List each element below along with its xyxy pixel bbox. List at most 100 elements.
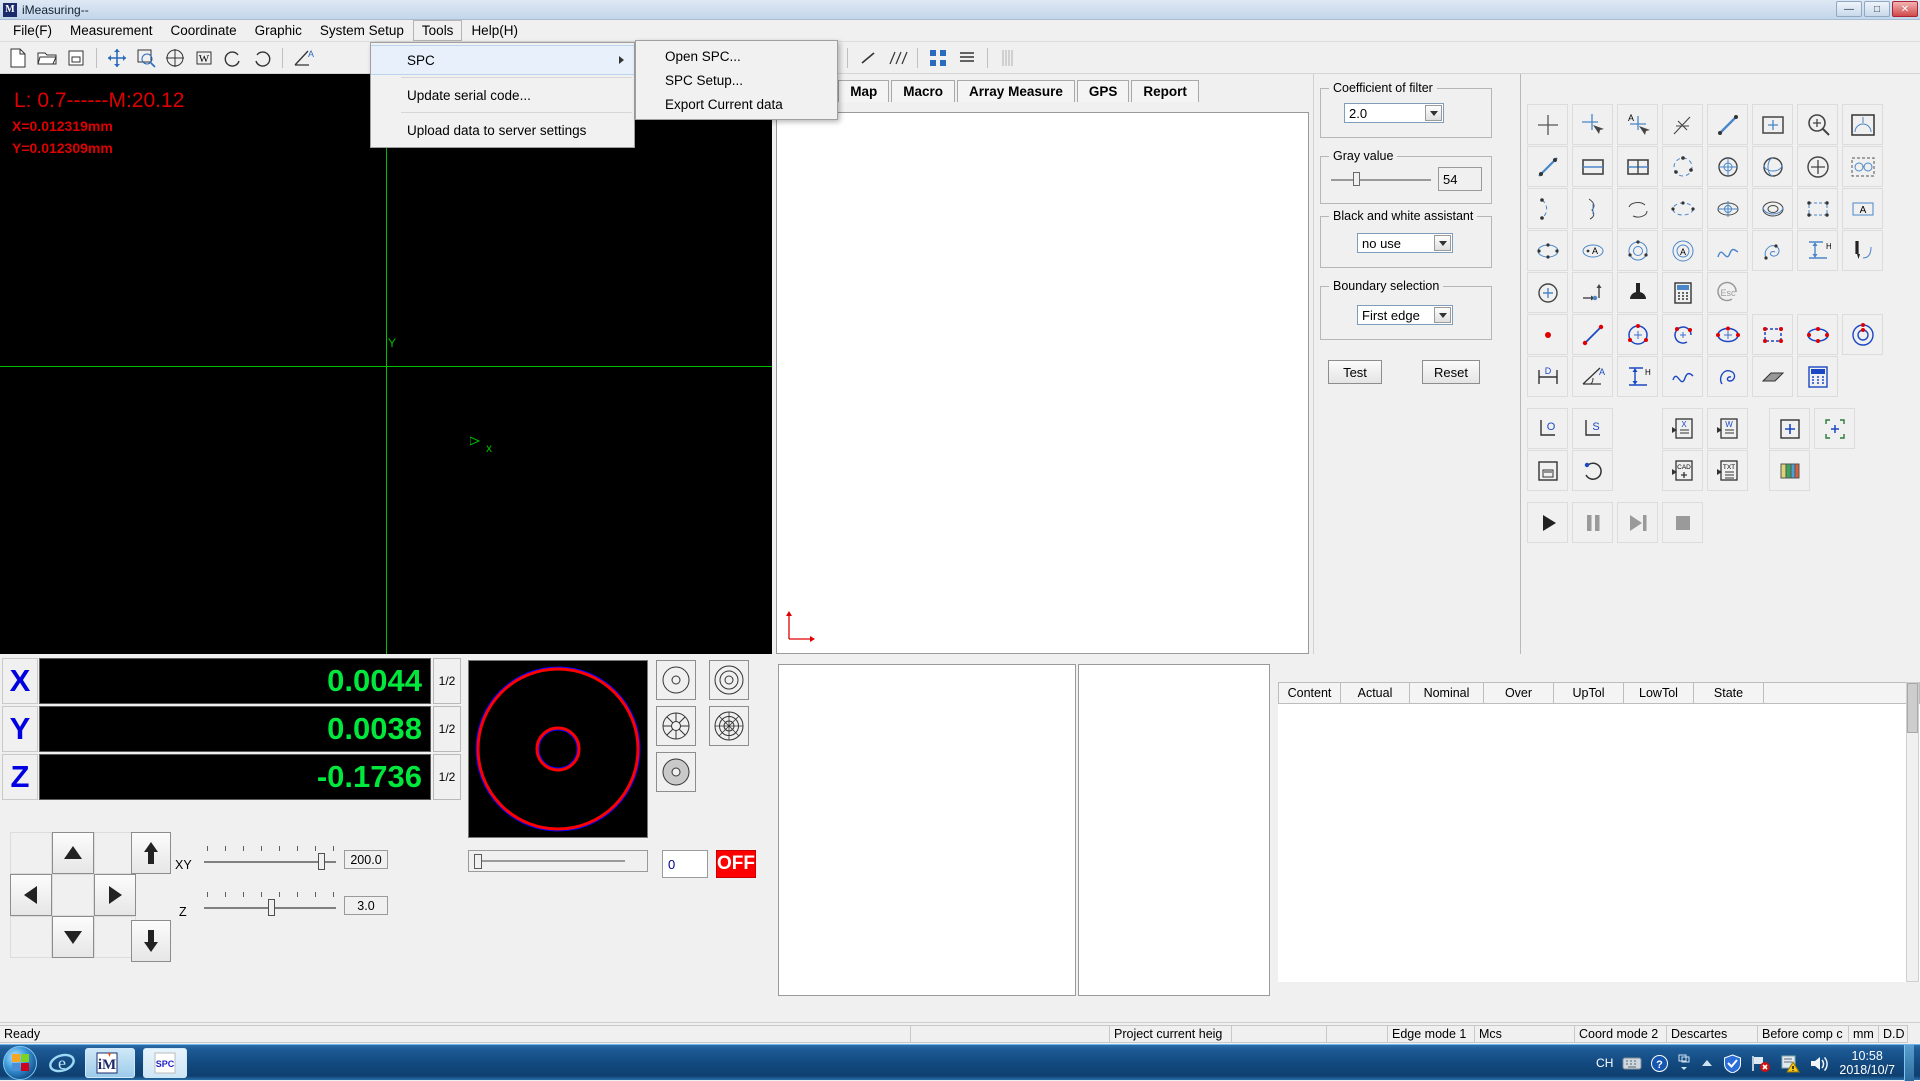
xy-speed-slider[interactable]: [204, 844, 336, 870]
reset-button[interactable]: Reset: [1422, 360, 1480, 384]
xy-speed-field[interactable]: 200.0: [344, 850, 388, 869]
volume-icon[interactable]: [1809, 1054, 1830, 1073]
coaxial-light-button[interactable]: [656, 752, 696, 792]
jog-down-button[interactable]: [52, 916, 94, 958]
pan-icon[interactable]: [103, 45, 131, 71]
column-header-actual[interactable]: Actual: [1341, 682, 1410, 704]
menu-measurement[interactable]: Measurement: [61, 20, 162, 41]
menu-system-setup[interactable]: System Setup: [311, 20, 413, 41]
results-table[interactable]: Content Actual Nominal Over UpTol LowTol…: [1278, 682, 1920, 982]
circle-center-icon[interactable]: [1707, 146, 1748, 187]
line-measure-icon[interactable]: [1707, 104, 1748, 145]
auto-point-tool-icon[interactable]: A: [1617, 104, 1658, 145]
z-speed-field[interactable]: 3.0: [344, 896, 388, 915]
xy-slider-thumb[interactable]: [318, 853, 325, 870]
save-file-icon[interactable]: [62, 45, 90, 71]
column-header-content[interactable]: Content: [1278, 682, 1341, 704]
calculator-icon[interactable]: [1662, 272, 1703, 313]
drawing-canvas[interactable]: [776, 112, 1309, 654]
z-speed-slider[interactable]: [204, 890, 336, 916]
step-button[interactable]: [1617, 502, 1658, 543]
z-up-button[interactable]: [131, 832, 171, 874]
menu-item-update-serial-code[interactable]: Update serial code...: [371, 80, 634, 110]
height-measure-icon[interactable]: H: [1797, 230, 1838, 271]
close-button[interactable]: ✕: [1892, 1, 1918, 17]
line-tool-icon[interactable]: [1527, 146, 1568, 187]
column-header-over[interactable]: Over: [1484, 682, 1554, 704]
line-icon[interactable]: [854, 45, 882, 71]
menu-coordinate[interactable]: Coordinate: [162, 20, 246, 41]
rect-midline-icon[interactable]: [1572, 146, 1613, 187]
export-w-icon[interactable]: W: [1707, 408, 1748, 449]
gray-value-slider[interactable]: [1331, 171, 1431, 187]
run-button[interactable]: [1527, 502, 1568, 543]
open-file-icon[interactable]: [33, 45, 61, 71]
add-feature-icon[interactable]: [1769, 408, 1810, 449]
dro-half-button-y[interactable]: 1/2: [433, 706, 461, 752]
construct-line-icon[interactable]: [1572, 314, 1613, 355]
taskbar-item-spc[interactable]: SPC: [143, 1047, 187, 1078]
probe-path-icon[interactable]: [1842, 230, 1883, 271]
point-tool-icon[interactable]: [1527, 104, 1568, 145]
rotate-cw-icon[interactable]: [248, 45, 276, 71]
circle-plus-tool-icon[interactable]: [1527, 272, 1568, 313]
tab-gps[interactable]: GPS: [1076, 80, 1130, 102]
multi-point-tool-icon[interactable]: [1662, 104, 1703, 145]
chevron-down-icon-3[interactable]: [1434, 307, 1451, 323]
gray-value-field[interactable]: 54: [1438, 167, 1482, 191]
z-down-button[interactable]: [131, 920, 171, 962]
move-to-point-icon[interactable]: [1572, 272, 1613, 313]
show-desktop-button[interactable]: [1904, 1045, 1914, 1081]
construct-point-icon[interactable]: [1527, 314, 1568, 355]
torus-icon[interactable]: [1752, 188, 1793, 229]
taskbar-clock[interactable]: 10:58 2018/10/7: [1839, 1049, 1895, 1077]
brightness-thumb[interactable]: [474, 854, 482, 869]
sphere-icon[interactable]: [1752, 146, 1793, 187]
tab-map[interactable]: Map: [838, 80, 890, 102]
list-icon[interactable]: [953, 45, 981, 71]
start-button[interactable]: [3, 1045, 37, 1080]
plane-icon[interactable]: [1752, 356, 1793, 397]
rotate-ccw-icon[interactable]: [219, 45, 247, 71]
construct-rectangle-icon[interactable]: [1752, 314, 1793, 355]
multi-circle-select-icon[interactable]: [1842, 146, 1883, 187]
minimize-button[interactable]: —: [1836, 1, 1862, 17]
taskbar-internet-explorer[interactable]: e: [47, 1048, 77, 1078]
keyboard-icon[interactable]: [1622, 1055, 1642, 1071]
escape-icon[interactable]: Esc: [1707, 272, 1748, 313]
measure-calculator-icon[interactable]: [1797, 356, 1838, 397]
column-header-nominal[interactable]: Nominal: [1410, 682, 1484, 704]
chevron-down-icon-2[interactable]: [1434, 235, 1451, 251]
jog-left-button[interactable]: [10, 874, 52, 916]
zoom-fit-icon[interactable]: [161, 45, 189, 71]
jog-right-button[interactable]: [94, 874, 136, 916]
menu-tools[interactable]: Tools: [412, 20, 463, 41]
network-error-icon[interactable]: [1751, 1054, 1771, 1073]
results-scrollbar-thumb[interactable]: [1907, 683, 1918, 733]
menu-item-upload-data-settings[interactable]: Upload data to server settings: [371, 115, 634, 145]
distance-dimension-icon[interactable]: D: [1527, 356, 1568, 397]
construct-oval-icon[interactable]: [1797, 314, 1838, 355]
stop-button[interactable]: [1662, 502, 1703, 543]
menu-item-spc[interactable]: SPC: [371, 45, 634, 75]
slider-thumb[interactable]: [1353, 172, 1360, 186]
circle-crosshair-icon[interactable]: [1797, 146, 1838, 187]
point-pick-tool-icon[interactable]: [1572, 104, 1613, 145]
export-txt-icon[interactable]: TXT: [1707, 450, 1748, 491]
double-arc-icon[interactable]: [1617, 188, 1658, 229]
help-icon[interactable]: ?: [1651, 1054, 1669, 1072]
test-button[interactable]: Test: [1328, 360, 1382, 384]
color-bars-icon[interactable]: [1769, 450, 1810, 491]
ellipse-points-icon[interactable]: [1662, 188, 1703, 229]
auto-ellipse-icon[interactable]: A: [1572, 230, 1613, 271]
freeform-points-icon[interactable]: [1752, 230, 1793, 271]
dro-half-button-z[interactable]: 1/2: [433, 754, 461, 800]
boundary-selection-select[interactable]: First edge: [1357, 305, 1453, 325]
angle-dimension-icon[interactable]: A: [1572, 356, 1613, 397]
curve-icon[interactable]: [1707, 230, 1748, 271]
menu-file[interactable]: File(F): [4, 20, 61, 41]
boxed-point-icon[interactable]: [1752, 104, 1793, 145]
arc-tool-icon[interactable]: [1527, 188, 1568, 229]
brightness-slider[interactable]: [468, 850, 648, 872]
bolt-circle-icon[interactable]: [1617, 230, 1658, 271]
